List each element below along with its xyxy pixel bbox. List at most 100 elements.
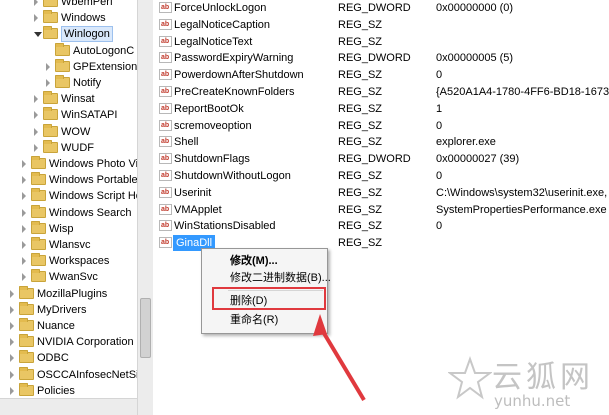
tree-item[interactable]: Policies xyxy=(0,382,137,399)
tree-item[interactable]: WinSATAPI xyxy=(0,107,137,123)
tree-item-label: Nuance xyxy=(37,320,75,332)
expand-arrow-icon[interactable] xyxy=(10,386,14,395)
annotation-arrow-icon xyxy=(313,314,366,402)
value-row[interactable]: ab PowerdownAfterShutdown REG_SZ 0 xyxy=(153,67,609,83)
expand-arrow-icon[interactable] xyxy=(34,111,38,120)
tree-item[interactable]: Wlansvc xyxy=(0,237,137,253)
folder-icon xyxy=(19,366,34,380)
expand-arrow-icon[interactable] xyxy=(10,338,14,347)
value-row[interactable]: ab Shell REG_SZ explorer.exe xyxy=(153,134,609,150)
expand-arrow-icon[interactable] xyxy=(10,289,14,298)
menu-item-rename[interactable]: 重命名(R) xyxy=(230,311,278,329)
folder-icon xyxy=(31,188,46,202)
value-row[interactable]: ab ShutdownFlags REG_DWORD 0x00000027 (39) xyxy=(153,151,609,167)
value-name: WinStationsDisabled xyxy=(174,220,276,233)
value-row[interactable]: ab ShutdownWithoutLogon REG_SZ 0 xyxy=(153,168,609,184)
value-row[interactable]: ab PreCreateKnownFolders REG_SZ {A520A1A4-1… xyxy=(153,84,609,100)
value-row[interactable]: ab VMApplet REG_SZ SystemPropertiesPerforma… xyxy=(153,202,609,218)
value-type: REG_SZ xyxy=(338,186,383,199)
expand-arrow-icon[interactable] xyxy=(34,127,38,136)
folder-icon xyxy=(19,285,34,299)
value-row[interactable]: ab Userinit REG_SZ C:\Windows\system32\user… xyxy=(153,185,609,201)
tree-item[interactable]: Winlogon xyxy=(0,26,137,43)
tree-item[interactable]: AutoLogonC xyxy=(0,42,137,59)
watermark-url: yunhu.net xyxy=(494,392,571,410)
value-row[interactable]: ab LegalNoticeText REG_SZ xyxy=(153,34,609,50)
value-name: PasswordExpiryWarning xyxy=(174,52,294,65)
value-row[interactable]: ab PasswordExpiryWarning REG_DWORD 0x000000… xyxy=(153,50,609,66)
tree-item[interactable]: OSCCAInfosecNetSign xyxy=(0,366,137,383)
expand-arrow-icon[interactable] xyxy=(22,257,26,266)
tree-item[interactable]: GPExtension xyxy=(0,58,137,75)
expand-arrow-icon[interactable] xyxy=(10,354,14,363)
expand-arrow-icon[interactable] xyxy=(22,192,26,201)
folder-icon xyxy=(43,123,58,137)
menu-item-modify-binary[interactable]: 修改二进制数据(B)... xyxy=(230,269,331,287)
tree-item[interactable]: NVIDIA Corporation xyxy=(0,334,137,350)
tree-item[interactable]: Wisp xyxy=(0,220,137,237)
expand-arrow-icon[interactable] xyxy=(22,273,26,282)
expand-arrow-icon[interactable] xyxy=(34,143,38,152)
value-data: {A520A1A4-1780-4FF6-BD18-167343C xyxy=(436,86,609,98)
tree-item[interactable]: Windows Search xyxy=(0,204,137,221)
tree-item[interactable]: Notify xyxy=(0,75,137,91)
tree-item[interactable]: WbemPerf xyxy=(0,0,137,10)
tree-item[interactable]: Windows Script Host xyxy=(0,188,137,204)
expand-arrow-icon[interactable] xyxy=(10,370,14,379)
tree-item[interactable]: Winsat xyxy=(0,91,137,107)
tree-item-label: MozillaPlugins xyxy=(37,287,108,300)
value-name: Shell xyxy=(174,136,199,149)
expand-arrow-icon[interactable] xyxy=(34,0,38,6)
value-name: Userinit xyxy=(174,186,212,199)
expand-arrow-icon[interactable] xyxy=(22,160,26,168)
folder-icon xyxy=(31,156,46,169)
value-row[interactable]: ab ForceUnlockLogon REG_DWORD 0x00000000 (0… xyxy=(153,0,609,16)
expand-arrow-icon[interactable] xyxy=(22,241,26,249)
value-row[interactable]: ab WinStationsDisabled REG_SZ 0 xyxy=(153,218,609,234)
expand-arrow-icon[interactable] xyxy=(34,14,38,23)
value-name: ShutdownFlags xyxy=(174,153,250,166)
expand-arrow-icon[interactable] xyxy=(46,79,50,87)
tree-item[interactable]: WOW xyxy=(0,123,137,140)
expand-arrow-icon[interactable] xyxy=(22,208,26,217)
string-value-icon: ab xyxy=(159,2,172,13)
value-data: 0 xyxy=(436,69,443,82)
value-row[interactable]: ab LegalNoticeCaption REG_SZ xyxy=(153,17,609,33)
value-type: REG_SZ xyxy=(338,119,383,132)
expand-arrow-icon[interactable] xyxy=(22,176,26,185)
expand-arrow-icon[interactable] xyxy=(34,95,38,104)
tree-item[interactable]: Windows Portable De xyxy=(0,172,137,188)
tree-item[interactable]: Windows Photo Viewe xyxy=(0,156,137,172)
value-type: REG_DWORD xyxy=(338,52,411,65)
menu-item-modify[interactable]: 修改(M)... xyxy=(230,252,278,270)
tree-item[interactable]: MozillaPlugins xyxy=(0,285,137,302)
value-type: REG_SZ xyxy=(338,18,383,31)
tree-item[interactable]: WUDF xyxy=(0,139,137,156)
tree-item[interactable]: MyDrivers xyxy=(0,301,137,318)
value-row[interactable]: ab ReportBootOk REG_SZ 1 xyxy=(153,101,609,117)
expand-arrow-icon[interactable] xyxy=(10,322,14,330)
expand-arrow-icon[interactable] xyxy=(10,305,14,314)
string-value-icon: ab xyxy=(159,86,172,97)
string-value-icon: ab xyxy=(159,237,172,249)
string-value-icon: ab xyxy=(159,69,172,81)
tree-item[interactable]: ODBC xyxy=(0,350,137,366)
tree-horizontal-scrollbar[interactable] xyxy=(0,398,137,415)
tree-item-label: Winsat xyxy=(61,93,95,106)
tree-item[interactable]: Workspaces xyxy=(0,253,137,269)
expand-arrow-icon[interactable] xyxy=(22,224,26,233)
expand-arrow-icon[interactable] xyxy=(46,62,50,71)
tree-item-label: Windows Portable De xyxy=(49,174,137,187)
expand-arrow-open-icon[interactable] xyxy=(34,32,42,38)
tree-item-label: Windows Photo Viewe xyxy=(49,158,137,170)
tree-vertical-scrollbar[interactable] xyxy=(137,0,153,415)
value-data: 0 xyxy=(436,119,443,132)
registry-key-tree[interactable]: WbemPerf Windows Winlogon AutoLogonC GPExten… xyxy=(0,0,137,415)
tree-item[interactable]: Windows xyxy=(0,10,137,26)
tree-item[interactable]: WwanSvc xyxy=(0,269,137,285)
scrollbar-thumb[interactable] xyxy=(140,298,151,358)
tree-item[interactable]: Nuance xyxy=(0,318,137,334)
value-row[interactable]: ab scremoveoption REG_SZ 0 xyxy=(153,118,609,134)
value-data: 0x00000005 (5) xyxy=(436,52,514,65)
tree-item-label: OSCCAInfosecNetSign xyxy=(37,368,137,381)
